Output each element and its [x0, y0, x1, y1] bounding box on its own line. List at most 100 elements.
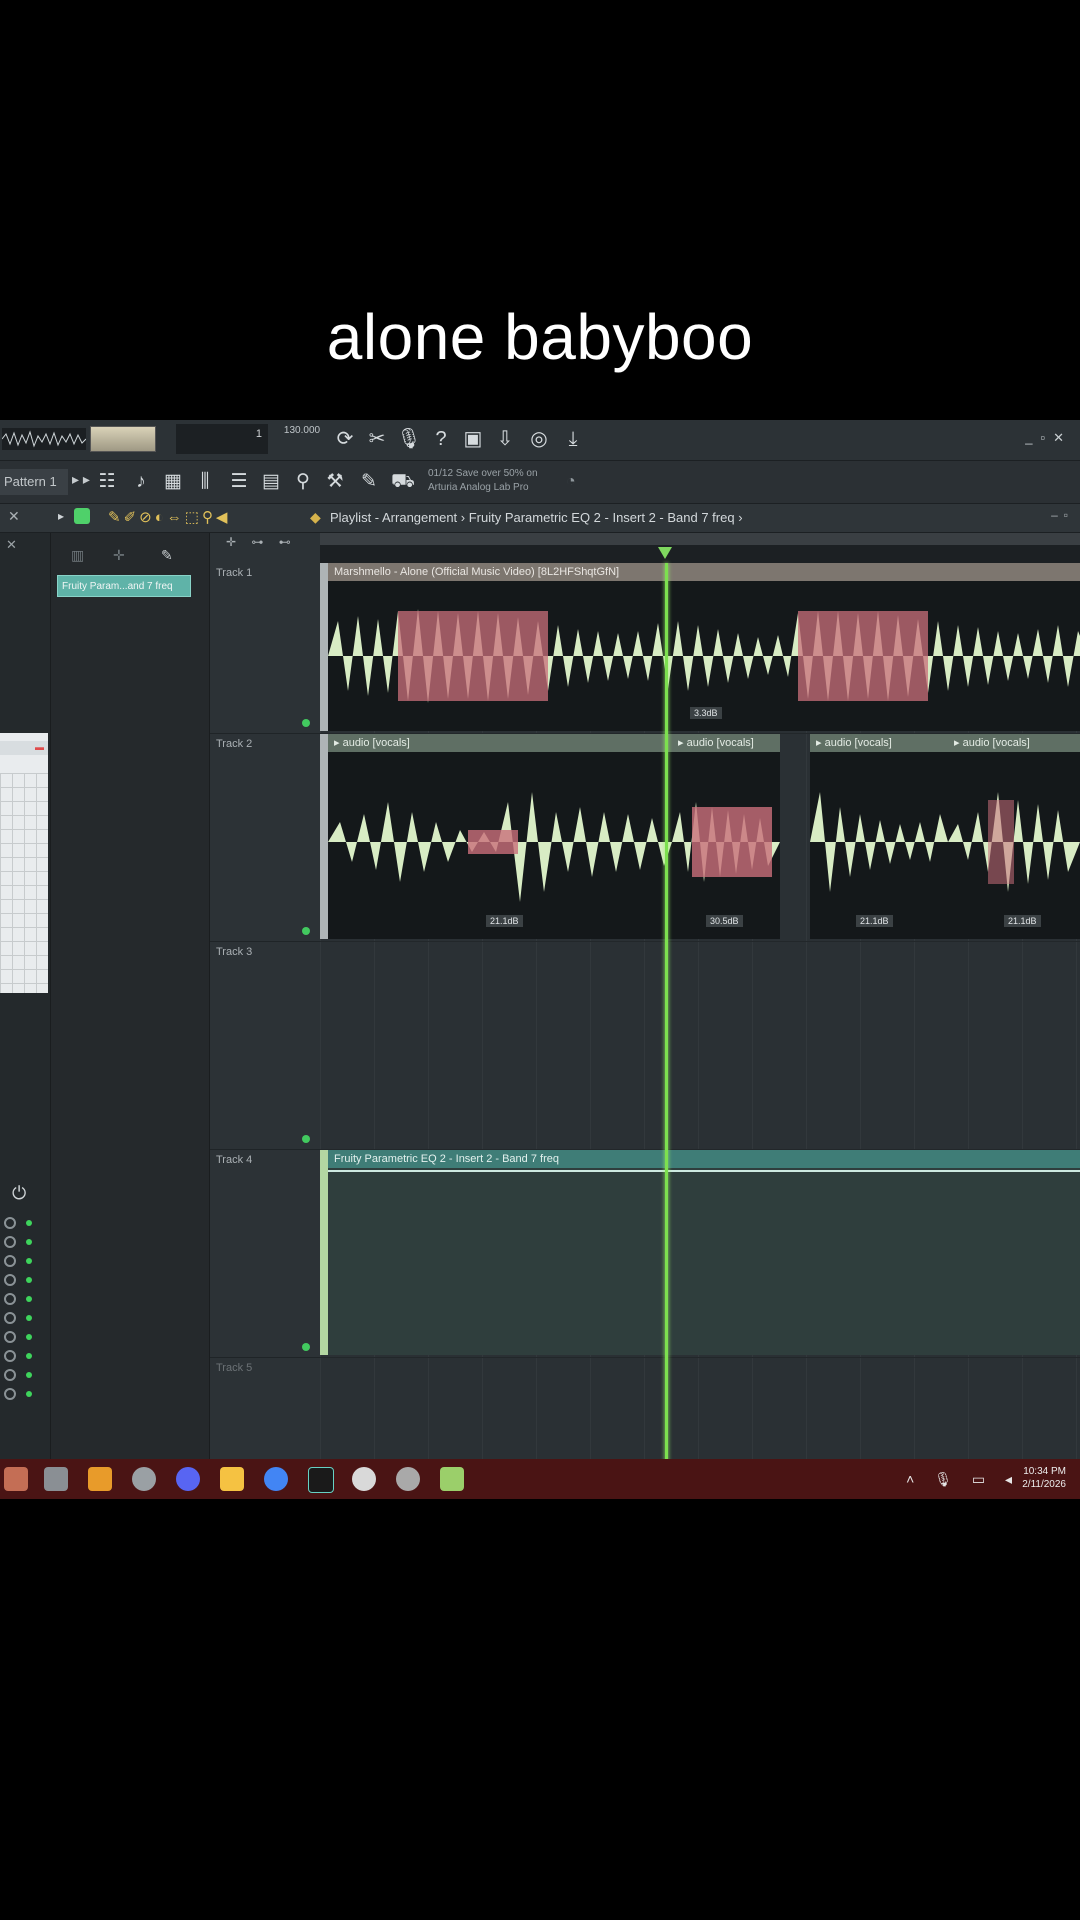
playlist-icon[interactable]: ☷ [94, 469, 120, 495]
browser-icon[interactable]: ☰ [226, 469, 252, 495]
ruler-bar[interactable] [320, 545, 1080, 563]
master-volume-meter[interactable] [90, 426, 156, 452]
task-view-icon[interactable] [44, 1467, 68, 1491]
automation-line[interactable] [328, 1170, 1080, 1172]
lane-1[interactable]: Marshmello - Alone (Official Music Video… [320, 563, 1080, 734]
window-controls[interactable]: _▫✕ [1025, 430, 1072, 446]
pencil-icon[interactable]: ✎ [161, 547, 173, 564]
track-enable-led[interactable] [302, 927, 310, 935]
mic-icon[interactable]: 🎙 [396, 426, 422, 452]
power-icon[interactable]: ⏻ [12, 1183, 26, 1204]
notes-icon[interactable] [440, 1467, 464, 1491]
header-tools[interactable]: ✛ ⊶ ⊷ [226, 535, 297, 549]
chat-icon[interactable]: ◎ [526, 426, 552, 452]
plugin-icon[interactable]: ▤ [258, 469, 284, 495]
track-enable-led[interactable] [302, 1135, 310, 1143]
edit-tools[interactable]: ✎✐⊘◐⇔⬚⚲◀ [108, 508, 230, 526]
track-header-2[interactable]: Track 2 [210, 734, 320, 942]
channel-led[interactable] [4, 1346, 44, 1365]
game-icon[interactable] [352, 1467, 376, 1491]
save-icon[interactable]: ▣ [460, 426, 486, 452]
promo-news[interactable]: 01/12 Save over 50% on Arturia Analog La… [428, 467, 558, 495]
gain-label: 21.1dB [1004, 915, 1041, 927]
discord-icon[interactable] [176, 1467, 200, 1491]
piano-roll-header: ▬ [0, 741, 48, 755]
metronome-icon[interactable]: ⟳ [332, 426, 358, 452]
lane-3[interactable] [320, 942, 1080, 1150]
piano-roll-preview[interactable]: ▬ [0, 733, 48, 993]
panel-controls[interactable]: –▫ [1051, 508, 1074, 522]
audio-clip-vocals-1[interactable]: ▸ audio [vocals] 21.1dB [320, 734, 680, 939]
channel-rack-icon[interactable]: ▦ [160, 469, 186, 495]
channel-list [4, 1213, 44, 1403]
track-enable-led[interactable] [302, 719, 310, 727]
pattern-next-icon[interactable]: ▸ ▸ [72, 471, 90, 488]
mixer-icon[interactable]: ⫼ [192, 469, 218, 495]
news-icon[interactable]: ◔ [566, 473, 576, 491]
secondary-toolbar: Pattern 1 ▸ ▸ ☷ ♪ ▦ ⫼ ☰ ▤ ⚲ ⚒ ✎ ⛟ 01/12 … [0, 461, 1080, 504]
channel-led[interactable] [4, 1327, 44, 1346]
close-icon[interactable]: ✕ [8, 508, 20, 525]
audio-clip-marshmello[interactable]: Marshmello - Alone (Official Music Video… [320, 563, 1080, 731]
help-icon[interactable]: ? [428, 426, 454, 452]
panel-close-icon[interactable]: ✕ [6, 537, 17, 553]
terminal-icon[interactable] [308, 1467, 334, 1493]
song-position-marker[interactable] [658, 547, 672, 559]
tempo-display[interactable]: 130.000 [282, 424, 322, 454]
clip-title: ▸ audio [vocals] [810, 734, 948, 752]
waveform: 3.3dB [328, 581, 1080, 731]
pattern-selector[interactable]: Pattern 1 [0, 469, 68, 495]
channel-led[interactable] [4, 1251, 44, 1270]
gain-label: 30.5dB [706, 915, 743, 927]
channel-led[interactable] [4, 1270, 44, 1289]
timeline-ruler[interactable] [320, 533, 1080, 563]
audio-clip-vocals-4[interactable]: ▸ audio [vocals] 21.1dB [948, 734, 1080, 939]
piano-roll-icon[interactable]: ♪ [128, 469, 154, 495]
playlist-arrangement[interactable]: Marshmello - Alone (Official Music Video… [320, 533, 1080, 1498]
app-icon[interactable] [4, 1467, 28, 1491]
piano-roll-grid[interactable] [0, 773, 48, 993]
audio-clip-vocals-2[interactable]: ▸ audio [vocals] 30.5dB [672, 734, 780, 939]
clip-title: Fruity Parametric EQ 2 - Insert 2 - Band… [328, 1150, 1080, 1168]
playlist-crumb-icon: ◆ [310, 509, 321, 525]
lane-4[interactable]: Fruity Parametric EQ 2 - Insert 2 - Band… [320, 1150, 1080, 1358]
track-enable-led[interactable] [302, 1343, 310, 1351]
render-icon[interactable]: ⇩ [492, 426, 518, 452]
audio-clip-vocals-3[interactable]: ▸ audio [vocals] 21.1dB [810, 734, 948, 939]
channel-led[interactable] [4, 1213, 44, 1232]
download-icon[interactable]: ⤓ [560, 426, 586, 452]
channel-led[interactable] [4, 1308, 44, 1327]
chrome-icon[interactable] [264, 1467, 288, 1491]
track-headers: ✛ ⊶ ⊷ Track 1 Track 2 Track 3 Track 4 Tr… [210, 533, 321, 1499]
playhead[interactable] [665, 563, 668, 1498]
track-header-1[interactable]: Track 1 [210, 563, 320, 734]
channel-led[interactable] [4, 1289, 44, 1308]
track-header-3[interactable]: Track 3 [210, 942, 320, 1150]
channel-led[interactable] [4, 1384, 44, 1403]
play-arrow-icon[interactable]: ▸ [58, 509, 64, 523]
playlist-title: Playlist - Arrangement › Fruity Parametr… [330, 510, 743, 525]
settings-icon[interactable] [132, 1467, 156, 1491]
plug-icon[interactable]: ⚲ [290, 469, 316, 495]
system-tray[interactable]: ˄ 🎙 ▭ ◂ [906, 1471, 1020, 1488]
track-header-4[interactable]: Track 4 [210, 1150, 320, 1358]
channel-led[interactable] [4, 1232, 44, 1251]
cart-icon[interactable]: ⛟ [390, 469, 416, 495]
song-position[interactable]: 1 [176, 424, 268, 454]
clock[interactable]: 10:34 PM 2/11/2026 [1022, 1465, 1066, 1491]
cut-icon[interactable]: ✂ [364, 426, 390, 452]
automation-clip[interactable]: Fruity Parametric EQ 2 - Insert 2 - Band… [320, 1150, 1080, 1355]
oscilloscope [2, 428, 86, 450]
track-name: Track 5 [216, 1362, 253, 1374]
move-icon[interactable]: ✛ [113, 547, 125, 564]
steam-icon[interactable] [396, 1467, 420, 1491]
channel-led[interactable] [4, 1365, 44, 1384]
selected-clip-item[interactable]: Fruity Param...and 7 freq [57, 575, 191, 597]
folder-icon[interactable] [220, 1467, 244, 1491]
lane-2[interactable]: ▸ audio [vocals] 21.1dB ▸ audio [vocals] [320, 734, 1080, 942]
tools-icon[interactable]: ⚒ [322, 469, 348, 495]
pen-icon[interactable]: ✎ [356, 469, 382, 495]
magnet-icon[interactable] [74, 508, 90, 524]
fl-studio-icon[interactable] [88, 1467, 112, 1491]
grid-icon[interactable]: ▥ [71, 547, 84, 564]
